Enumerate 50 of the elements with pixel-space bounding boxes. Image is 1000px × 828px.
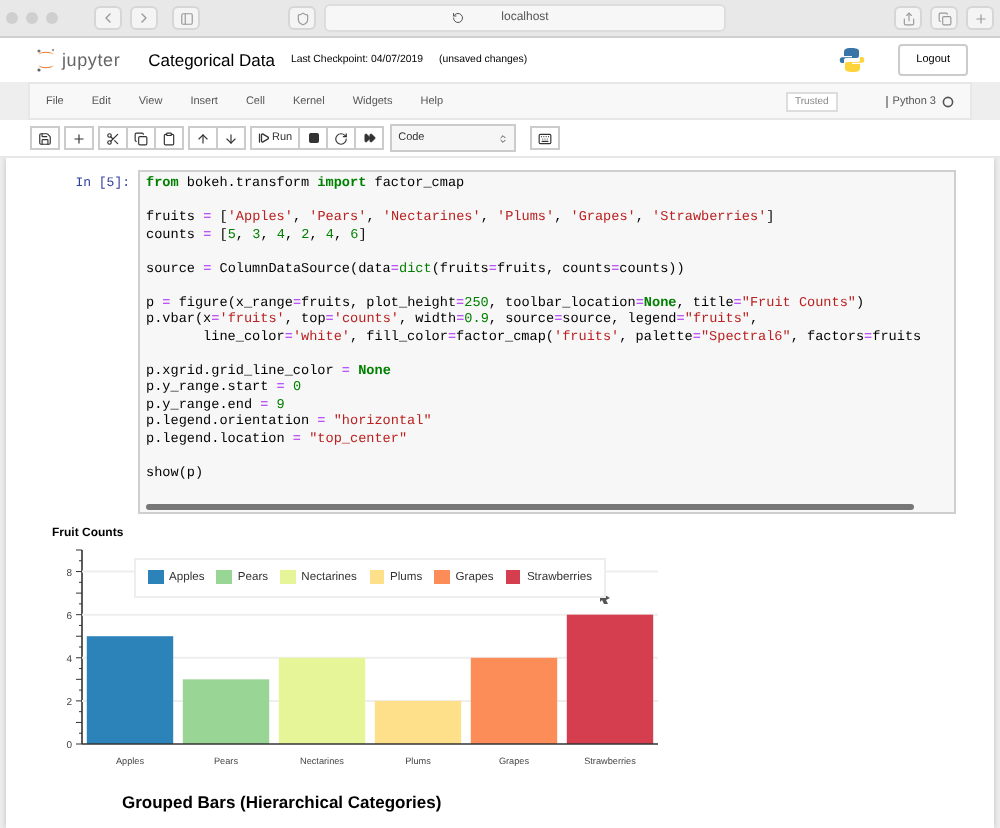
plus-icon: [973, 11, 987, 25]
cut-button[interactable]: [98, 126, 128, 150]
bar: [374, 699, 462, 743]
python-logo-icon: [838, 46, 867, 74]
scissors-icon: [106, 131, 120, 145]
restart-button[interactable]: [326, 126, 357, 150]
chevron-left-icon: [100, 10, 116, 26]
bar: [470, 656, 558, 743]
kernel-idle-icon: [942, 95, 954, 107]
privacy-button[interactable]: [288, 6, 316, 30]
section-heading: Grouped Bars (Hierarchical Categories): [122, 791, 444, 811]
copy-icon: [134, 131, 148, 145]
share-button[interactable]: [894, 6, 922, 30]
run-all-button[interactable]: [354, 126, 385, 150]
keyboard-button[interactable]: [530, 126, 561, 150]
step-forward-icon: [258, 132, 270, 144]
bar: [278, 656, 366, 743]
code-cell[interactable]: [138, 170, 956, 513]
sidebar-button[interactable]: [172, 6, 200, 30]
move-down-button[interactable]: [216, 126, 246, 150]
stop-button[interactable]: [298, 126, 329, 150]
copy-button[interactable]: [126, 126, 156, 150]
keyboard-icon: [538, 131, 553, 145]
bar: [566, 613, 654, 743]
plus-icon: [72, 131, 86, 145]
move-up-button[interactable]: [188, 126, 218, 150]
sidebar-icon: [179, 11, 193, 25]
bar: [182, 678, 270, 743]
insert-cell-button[interactable]: [64, 126, 94, 150]
save-icon: [38, 131, 52, 145]
clipboard-icon: [162, 131, 176, 145]
share-icon: [901, 11, 915, 25]
tabs-icon: [937, 11, 951, 25]
shield-icon: [295, 11, 309, 25]
tabs-button[interactable]: [930, 6, 958, 30]
paste-button[interactable]: [154, 126, 184, 150]
arrow-down-icon: [224, 131, 238, 145]
fast-forward-icon: [363, 132, 376, 144]
logo-icon: [36, 48, 56, 72]
save-button[interactable]: [30, 126, 60, 150]
chevron-right-icon: [136, 10, 152, 26]
stop-icon: [307, 132, 320, 144]
up-down-icon: [498, 133, 509, 143]
bar: [86, 635, 174, 743]
arrow-up-icon: [196, 131, 210, 145]
reload-icon[interactable]: [452, 12, 464, 24]
scrollbar-thumb[interactable]: [146, 503, 914, 509]
notebook-title[interactable]: Categorical Data: [148, 50, 275, 70]
restart-icon: [334, 131, 349, 145]
logo-text: jupyter: [62, 50, 121, 70]
